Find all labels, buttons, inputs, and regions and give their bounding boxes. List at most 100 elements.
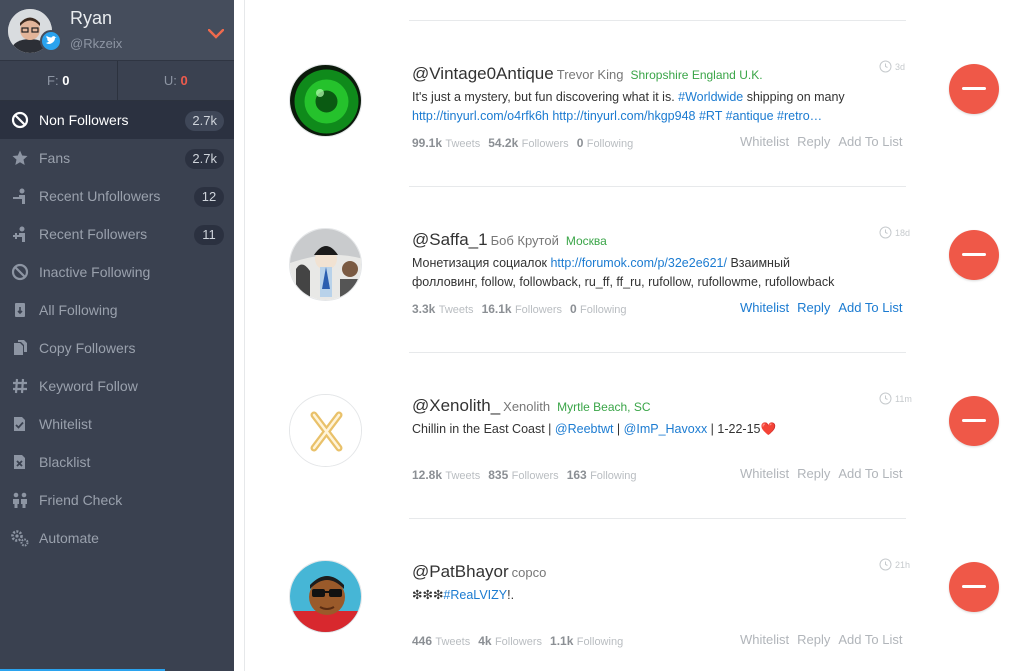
add-to-list-button[interactable]: Add To List <box>838 134 902 149</box>
profile-header[interactable]: Ryan @Rkzeix <box>0 0 234 61</box>
timestamp: 21h <box>879 558 910 571</box>
chevron-down-icon[interactable] <box>207 26 225 39</box>
reply-button[interactable]: Reply <box>797 300 830 315</box>
nav-label: All Following <box>39 302 118 318</box>
divider <box>409 20 906 21</box>
following-icon <box>10 300 30 320</box>
f-count[interactable]: F: 0 <box>0 61 118 100</box>
reply-button[interactable]: Reply <box>797 466 830 481</box>
bio-link[interactable]: http://forumok.com/p/32e2e621/ <box>550 256 727 270</box>
unfollow-button[interactable] <box>949 64 999 114</box>
clock-icon <box>879 226 892 239</box>
user-handle[interactable]: @Xenolith_ <box>412 396 500 415</box>
user-handle[interactable]: @Vintage0Antique <box>412 64 554 83</box>
user-plus-icon <box>10 224 30 244</box>
follow-counts: F: 0 U: 0 <box>0 61 234 101</box>
followers-label: Followers <box>521 138 569 150</box>
user-avatar[interactable] <box>289 228 362 301</box>
user-real-name: copco <box>511 565 547 580</box>
u-count[interactable]: U: 0 <box>118 61 235 100</box>
followers-label: Followers <box>514 304 563 316</box>
card-actions: Whitelist Reply Add To List <box>740 300 910 315</box>
nav-item-non-followers[interactable]: Non Followers 2.7k <box>0 101 234 139</box>
user-bio: Монетизация социалок http://forumok.com/… <box>412 254 862 292</box>
add-to-list-button[interactable]: Add To List <box>838 466 902 481</box>
bio-text: | <box>613 422 624 436</box>
user-card: @Xenolith_ Xenolith Myrtle Beach, SC Chill… <box>245 354 1025 514</box>
divider <box>409 518 906 519</box>
tweets-count: 3.3k <box>412 302 436 316</box>
heart-icon: ❤️ <box>760 422 777 436</box>
u-count-value: 0 <box>180 73 188 88</box>
nav-item-keyword-follow[interactable]: Keyword Follow <box>0 367 234 405</box>
whitelist-button[interactable]: Whitelist <box>740 632 789 647</box>
friends-icon <box>10 490 30 510</box>
nav-label: Inactive Following <box>39 264 151 280</box>
whitelist-button[interactable]: Whitelist <box>740 134 789 149</box>
nav-item-whitelist[interactable]: Whitelist <box>0 405 234 443</box>
tweets-label: Tweets <box>438 304 474 316</box>
nav-item-recent-followers[interactable]: Recent Followers 11 <box>0 215 234 253</box>
nav-item-friend-check[interactable]: Friend Check <box>0 481 234 519</box>
blacklist-icon <box>10 452 30 472</box>
u-count-label: U: <box>163 73 177 88</box>
user-feed: @Vintage0Antique Trevor King Shropshire En… <box>245 0 1025 671</box>
user-card: @PatBhayor copco ❇❇❇#ReaLVIZY!. 446 Tweet… <box>245 520 1025 671</box>
following-label: Following <box>590 470 637 482</box>
add-to-list-button[interactable]: Add To List <box>838 632 902 647</box>
bio-text: ❇❇❇ <box>412 588 444 602</box>
user-stats: 99.1k Tweets 54.2k Followers 0 Following <box>412 136 641 150</box>
nav-label: Automate <box>39 530 99 546</box>
card-actions: Whitelist Reply Add To List <box>740 466 910 481</box>
nav-item-fans[interactable]: Fans 2.7k <box>0 139 234 177</box>
followers-count: 54.2k <box>488 136 519 150</box>
nav-item-blacklist[interactable]: Blacklist <box>0 443 234 481</box>
user-handle[interactable]: @PatBhayor <box>412 562 509 581</box>
bio-mention[interactable]: @Reebtwt <box>555 422 614 436</box>
nav-badge: 2.7k <box>185 149 224 169</box>
tweets-count: 12.8k <box>412 468 443 482</box>
following-count: 163 <box>566 468 587 482</box>
followers-label: Followers <box>511 470 559 482</box>
user-header: @Xenolith_ Xenolith Myrtle Beach, SC <box>412 396 651 416</box>
bio-text: !. <box>507 588 515 602</box>
user-avatar[interactable] <box>289 560 362 633</box>
bio-links[interactable]: http://tinyurl.com/o4rfk6h http://tinyur… <box>412 107 862 126</box>
followers-count: 4k <box>478 634 492 648</box>
reply-button[interactable]: Reply <box>797 134 830 149</box>
bio-mention[interactable]: @ImP_Havoxx <box>624 422 708 436</box>
add-to-list-button[interactable]: Add To List <box>838 300 902 315</box>
bio-hashtag[interactable]: #ReaLVIZY <box>443 588 507 602</box>
unfollow-button[interactable] <box>949 230 999 280</box>
f-count-label: F: <box>47 73 59 88</box>
user-header: @Vintage0Antique Trevor King Shropshire En… <box>412 64 763 84</box>
user-avatar[interactable] <box>289 394 362 467</box>
bio-text: shipping on many <box>743 90 845 104</box>
nav-item-recent-unfollowers[interactable]: Recent Unfollowers 12 <box>0 177 234 215</box>
twitter-icon <box>40 30 62 52</box>
user-handle[interactable]: @Saffa_1 <box>412 230 488 249</box>
unfollow-button[interactable] <box>949 396 999 446</box>
user-real-name: Trevor King <box>556 67 624 82</box>
time-label: 11m <box>895 393 912 404</box>
profile-handle: @Rkzeix <box>70 36 123 51</box>
clock-icon <box>879 558 892 571</box>
tweets-count: 99.1k <box>412 136 443 150</box>
user-avatar[interactable] <box>289 64 362 137</box>
user-stats: 12.8k Tweets 835 Followers 163 Following <box>412 468 645 482</box>
followers-label: Followers <box>494 636 543 648</box>
nav-item-copy-followers[interactable]: Copy Followers <box>0 329 234 367</box>
divider <box>409 186 906 187</box>
sidebar-nav: Non Followers 2.7k Fans 2.7k Recent Unfo… <box>0 101 234 557</box>
bio-hashtag[interactable]: #Worldwide <box>678 90 743 104</box>
nav-item-all-following[interactable]: All Following <box>0 291 234 329</box>
nav-item-automate[interactable]: Automate <box>0 519 234 557</box>
unfollow-button[interactable] <box>949 562 999 612</box>
reply-button[interactable]: Reply <box>797 632 830 647</box>
bio-text: | 1-22-15 <box>707 422 761 436</box>
time-label: 21h <box>895 559 911 570</box>
whitelist-button[interactable]: Whitelist <box>740 300 789 315</box>
nav-item-inactive-following[interactable]: Inactive Following <box>0 253 234 291</box>
whitelist-button[interactable]: Whitelist <box>740 466 789 481</box>
gears-icon <box>10 528 30 548</box>
